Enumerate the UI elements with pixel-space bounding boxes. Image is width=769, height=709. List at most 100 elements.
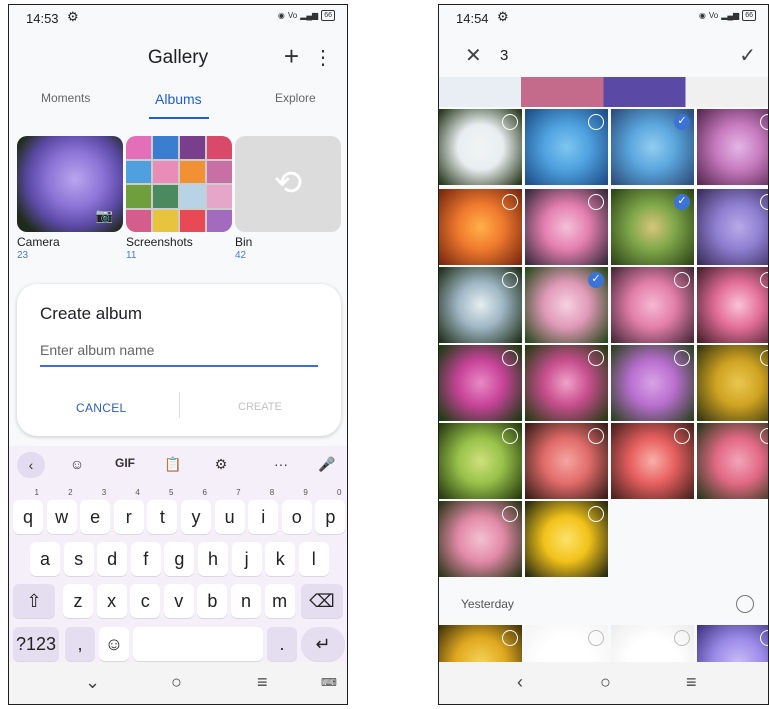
- select-checkbox[interactable]: [588, 630, 604, 646]
- emoji-sticker-icon[interactable]: ☺: [65, 456, 89, 472]
- key-c[interactable]: c: [130, 584, 161, 618]
- photo-thumbnail[interactable]: [697, 189, 768, 265]
- select-section-checkbox[interactable]: [736, 595, 754, 613]
- album-name-input[interactable]: Enter album name: [40, 339, 318, 367]
- tab-explore[interactable]: Explore: [275, 91, 316, 105]
- comma-key[interactable]: ,: [65, 627, 95, 661]
- photo-thumbnail[interactable]: [697, 267, 768, 343]
- select-checkbox[interactable]: [502, 350, 518, 366]
- select-checkbox[interactable]: [502, 194, 518, 210]
- album-camera[interactable]: 📷 Camera 23: [17, 136, 123, 261]
- photo-thumbnail[interactable]: [439, 501, 522, 577]
- close-icon[interactable]: ✕: [465, 43, 482, 68]
- shift-key[interactable]: ⇧: [13, 584, 55, 618]
- key-o[interactable]: o9: [281, 488, 312, 534]
- select-checkbox[interactable]: [760, 350, 768, 366]
- key-u[interactable]: u7: [214, 488, 245, 534]
- select-checkbox[interactable]: [502, 428, 518, 444]
- photo-thumbnail[interactable]: [439, 267, 522, 343]
- photo-thumbnail[interactable]: [611, 267, 694, 343]
- select-checkbox[interactable]: [760, 428, 768, 444]
- selected-check-icon[interactable]: ✓: [674, 114, 690, 130]
- symbols-key[interactable]: ?123: [13, 627, 59, 661]
- key-q[interactable]: q1: [13, 488, 43, 534]
- photo-thumbnail[interactable]: [439, 109, 522, 185]
- key-h[interactable]: h: [198, 542, 228, 576]
- photo-thumbnail[interactable]: [525, 109, 608, 185]
- key-a[interactable]: a: [30, 542, 60, 576]
- home-icon[interactable]: ○: [171, 672, 182, 693]
- back-icon[interactable]: ‹: [517, 672, 523, 693]
- key-w[interactable]: w2: [46, 488, 77, 534]
- create-button[interactable]: CREATE: [238, 401, 282, 413]
- photo-thumbnail[interactable]: [697, 345, 768, 421]
- album-bin[interactable]: ⟲ Bin 42: [235, 136, 341, 261]
- key-m[interactable]: m: [264, 584, 295, 618]
- photo-thumbnail[interactable]: [439, 345, 522, 421]
- key-e[interactable]: e3: [80, 488, 111, 534]
- select-checkbox[interactable]: [760, 194, 768, 210]
- clipboard-icon[interactable]: 📋: [161, 456, 185, 473]
- key-f[interactable]: f: [130, 542, 161, 576]
- photo-thumbnail[interactable]: [525, 345, 608, 421]
- select-checkbox[interactable]: [588, 114, 604, 130]
- key-x[interactable]: x: [96, 584, 127, 618]
- recents-icon[interactable]: ≡: [686, 672, 697, 693]
- chevron-left-icon[interactable]: ‹: [17, 452, 45, 478]
- key-l[interactable]: l: [298, 542, 329, 576]
- key-j[interactable]: j: [231, 542, 262, 576]
- select-checkbox[interactable]: [588, 428, 604, 444]
- key-z[interactable]: z: [63, 584, 93, 618]
- key-g[interactable]: g: [164, 542, 195, 576]
- key-k[interactable]: k: [265, 542, 296, 576]
- photo-thumbnail[interactable]: [439, 423, 522, 499]
- recents-icon[interactable]: ≡: [257, 672, 268, 693]
- selected-check-icon[interactable]: ✓: [674, 194, 690, 210]
- select-checkbox[interactable]: [588, 350, 604, 366]
- select-checkbox[interactable]: [760, 630, 768, 646]
- photo-thumbnail[interactable]: [611, 345, 694, 421]
- select-checkbox[interactable]: [674, 630, 690, 646]
- space-key[interactable]: [133, 627, 263, 661]
- select-checkbox[interactable]: [588, 506, 604, 522]
- key-s[interactable]: s: [63, 542, 94, 576]
- settings-icon[interactable]: ⚙: [209, 456, 233, 473]
- key-r[interactable]: r4: [113, 488, 144, 534]
- photo-thumbnail[interactable]: ✓: [611, 189, 694, 265]
- photo-thumbnail[interactable]: [697, 109, 768, 185]
- select-checkbox[interactable]: [502, 630, 518, 646]
- photo-thumbnail[interactable]: [611, 423, 694, 499]
- select-checkbox[interactable]: [674, 272, 690, 288]
- select-checkbox[interactable]: [760, 114, 768, 130]
- tab-moments[interactable]: Moments: [41, 91, 90, 105]
- confirm-check-icon[interactable]: ✓: [739, 43, 756, 68]
- key-i[interactable]: i8: [248, 488, 279, 534]
- album-screenshots[interactable]: Screenshots 11: [126, 136, 232, 261]
- enter-key[interactable]: ↵: [301, 627, 345, 661]
- photo-thumbnail[interactable]: [525, 423, 608, 499]
- photo-thumbnail[interactable]: ✓: [525, 267, 608, 343]
- keyboard-icon[interactable]: ⌨: [321, 676, 337, 689]
- select-checkbox[interactable]: [674, 350, 690, 366]
- select-checkbox[interactable]: [502, 506, 518, 522]
- home-icon[interactable]: ○: [600, 672, 611, 693]
- more-options-icon[interactable]: ⋮: [313, 45, 333, 70]
- photo-thumbnail[interactable]: [439, 189, 522, 265]
- selected-check-icon[interactable]: ✓: [588, 272, 604, 288]
- select-checkbox[interactable]: [760, 272, 768, 288]
- gif-icon[interactable]: GIF: [113, 456, 137, 470]
- key-b[interactable]: b: [197, 584, 228, 618]
- chevron-down-icon[interactable]: ⌄: [85, 672, 100, 693]
- cancel-button[interactable]: CANCEL: [76, 401, 126, 415]
- photo-thumbnail[interactable]: ✓: [611, 109, 694, 185]
- key-v[interactable]: v: [163, 584, 194, 618]
- key-t[interactable]: t5: [147, 488, 178, 534]
- photo-thumbnail[interactable]: [525, 189, 608, 265]
- backspace-key[interactable]: ⌫: [301, 584, 343, 618]
- select-checkbox[interactable]: [588, 194, 604, 210]
- select-checkbox[interactable]: [502, 114, 518, 130]
- emoji-key[interactable]: ☺: [99, 627, 129, 661]
- key-y[interactable]: y6: [181, 488, 211, 534]
- key-p[interactable]: p0: [315, 488, 346, 534]
- key-n[interactable]: n: [231, 584, 261, 618]
